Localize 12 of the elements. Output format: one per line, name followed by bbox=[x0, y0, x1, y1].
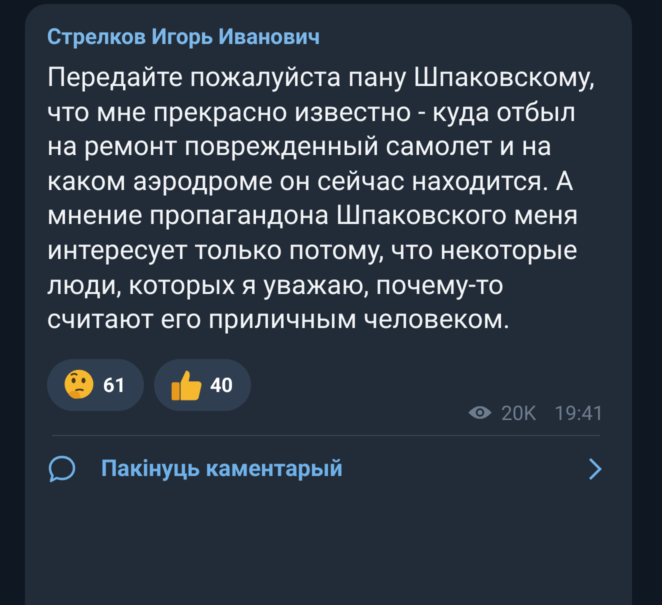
speech-bubble-icon bbox=[47, 454, 77, 484]
message-time: 19:41 bbox=[554, 400, 604, 425]
view-count: 20K bbox=[501, 400, 536, 425]
chevron-icon bbox=[588, 456, 602, 481]
eye-icon bbox=[467, 404, 494, 422]
reaction-count: 61 bbox=[103, 372, 126, 397]
message-text: Передайте пожалуйста пану Шпаковскому, что мне прекрасно известно - куда отбыл на ремонт поврежденный самолет и на каком аэродроме он сейчас находится. А мнение пропагандона Шпаковского меня интересует только потому, что некоторые люди, которых я уважаю, почему-то считают его приличным человеком. bbox=[47, 60, 596, 337]
reaction-button[interactable]: 40 bbox=[154, 358, 251, 411]
reaction-button[interactable]: 61 bbox=[47, 358, 144, 411]
author-name[interactable]: Стрелков Игорь Иванович bbox=[47, 24, 612, 52]
reaction-count: 40 bbox=[210, 372, 233, 397]
comment-button[interactable]: Пакінуць каментарый bbox=[47, 436, 612, 484]
